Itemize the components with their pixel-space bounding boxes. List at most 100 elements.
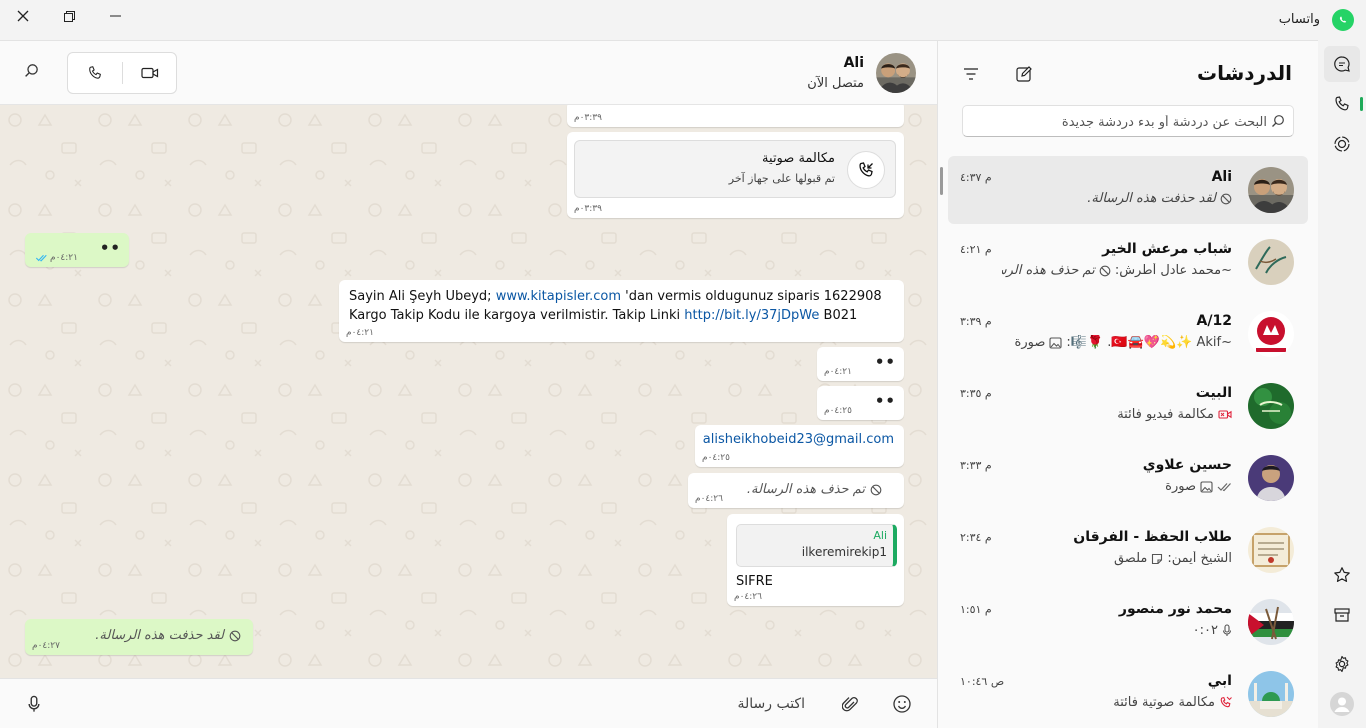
call-card[interactable]: مكالمة صوتية تم قبولها على جهاز آخر <box>574 140 896 198</box>
email-link[interactable]: alisheikhobeid23@gmail.com <box>703 432 894 447</box>
chat-preview-text: تم حذف هذه الرس... <box>1002 263 1095 278</box>
avatar <box>1248 239 1294 285</box>
active-indicator <box>1360 97 1363 111</box>
deleted-notice: لقد حذفت هذه الرسالة. <box>95 628 241 643</box>
message-text: •• <box>874 353 896 371</box>
chat-time: م ٣:٣٩ <box>960 315 992 328</box>
message-time: ٠٤:٢٥م <box>824 406 852 416</box>
profile-icon <box>1330 692 1354 716</box>
new-chat-button[interactable] <box>1009 61 1039 87</box>
message-voice-call[interactable]: مكالمة صوتية تم قبولها على جهاز آخر ٠٣:٣… <box>567 132 904 218</box>
search-icon <box>1272 115 1284 127</box>
chat-preview-text: لقد حذفت هذه الرسالة. <box>1087 191 1216 206</box>
message-input[interactable] <box>500 691 805 717</box>
chat-preview: ٠:٠٢ <box>1193 623 1232 638</box>
minimize-window-button[interactable] <box>92 0 138 32</box>
chat-item-ali[interactable]: Ali م ٤:٣٧ لقد حذفت هذه الرسالة. <box>948 156 1308 224</box>
chat-item-shabab-marash[interactable]: شباب مرعش الخير م ٤:٢١ ~محمد عادل أطرش: … <box>948 228 1308 296</box>
video-call-button[interactable] <box>123 53 177 93</box>
text-segment: B021 <box>819 308 858 323</box>
video-camera-icon <box>141 67 159 79</box>
nav-profile-button[interactable] <box>1324 686 1360 722</box>
call-title: مكالمة صوتية <box>762 151 835 166</box>
close-window-button[interactable] <box>0 0 46 32</box>
message-reply[interactable]: Ali ilkeremirekip1 SIFRE ٠٤:٢٦م <box>727 514 904 606</box>
chat-item-abi[interactable]: ابي ص ١٠:٤٦ مكالمة صوتية فائتة <box>948 660 1308 728</box>
emoji-icon <box>893 695 911 713</box>
chat-item-mohammad-nour[interactable]: محمد نور منصور م ١:٥١ ٠:٠٢ <box>948 588 1308 656</box>
nav-status-button[interactable] <box>1324 126 1360 162</box>
message-incoming[interactable]: ٠٣:٣٩م <box>567 105 904 127</box>
settings-icon <box>1335 655 1349 673</box>
contact-avatar[interactable] <box>876 53 916 93</box>
chat-name: البيت <box>1195 385 1232 401</box>
search-icon <box>25 64 38 77</box>
chat-item-tullab-alhifz[interactable]: طلاب الحفظ - الفرقان م ٢:٣٤ الشيخ أيمن: … <box>948 516 1308 584</box>
chat-time: ص ١٠:٤٦ <box>960 675 1005 688</box>
chat-preview: لقد حذفت هذه الرسالة. <box>1087 191 1232 206</box>
attach-button[interactable] <box>838 692 862 716</box>
chat-time: م ٣:٣٥ <box>960 387 992 400</box>
archived-icon <box>1334 608 1350 622</box>
chat-name: 12/A <box>1196 313 1232 329</box>
message-time: ٠٤:٢١م <box>50 253 78 263</box>
chat-preview: ~محمد عادل أطرش: تم حذف هذه الرس... <box>1002 263 1232 278</box>
voice-record-button[interactable] <box>22 692 46 716</box>
quoted-message[interactable]: Ali ilkeremirekip1 <box>736 524 897 567</box>
deleted-notice: تم حذف هذه الرسالة. <box>747 482 882 497</box>
nav-calls-button[interactable] <box>1324 86 1360 122</box>
contact-status: متصل الآن <box>807 76 864 91</box>
message-link[interactable]: http://bit.ly/37jDpWe <box>684 308 819 323</box>
contact-name[interactable]: Ali <box>844 55 864 71</box>
message-time: ٠٤:٢٥م <box>702 453 730 463</box>
nav-chats-button[interactable] <box>1324 46 1360 82</box>
message-deleted-outgoing[interactable]: لقد حذفت هذه الرسالة. ٠٤:٢٧م <box>25 619 253 655</box>
nav-rail <box>1318 40 1366 728</box>
message-time: ٠٤:٢١م <box>346 328 374 338</box>
message-incoming[interactable]: •• ٠٤:٢١م <box>817 347 904 381</box>
chat-name: طلاب الحفظ - الفرقان <box>1073 529 1232 545</box>
message-link[interactable]: www.kitapisler.com <box>496 289 621 304</box>
message-text: لقد حذفت هذه الرسالة. <box>95 628 224 643</box>
title-bar: واتساب <box>0 0 1366 40</box>
chat-time: م ٤:٣٧ <box>960 171 992 184</box>
message-text: تم حذف هذه الرسالة. <box>746 482 865 497</box>
avatar <box>1248 383 1294 429</box>
chat-item-12a[interactable]: 12/A م ٣:٣٩ ~🇹🇷🚘💖💫✨ Akif. 🌹🎼: صورة <box>948 300 1308 368</box>
chat-preview-text: ٠:٠٢ <box>1192 623 1218 638</box>
panel-resize-handle[interactable] <box>940 167 943 195</box>
message-text: •• <box>99 239 121 257</box>
blocked-icon <box>1099 265 1111 276</box>
chat-item-albait[interactable]: البيت م ٣:٣٥ مكالمة فيديو فائتة <box>948 372 1308 440</box>
chat-time: م ٣:٣٣ <box>960 459 992 472</box>
message-area[interactable]: ٠٣:٣٩م مكالمة صوتية تم قبولها على جهاز آ… <box>0 105 937 678</box>
chat-search-input[interactable] <box>971 110 1267 134</box>
nav-settings-button[interactable] <box>1324 646 1360 682</box>
call-subtitle: تم قبولها على جهاز آخر <box>728 172 835 185</box>
message-time: ٠٤:٢٦م <box>695 494 723 504</box>
avatar <box>1248 671 1294 717</box>
chat-preview: ~🇹🇷🚘💖💫✨ Akif. 🌹🎼: صورة <box>1015 335 1232 350</box>
chat-search-box[interactable] <box>962 105 1294 137</box>
nav-starred-button[interactable] <box>1324 557 1360 593</box>
message-incoming-email[interactable]: alisheikhobeid23@gmail.com ٠٤:٢٥م <box>695 425 904 467</box>
chat-search-button[interactable] <box>24 63 39 82</box>
restore-window-button[interactable] <box>46 0 92 32</box>
message-text: Sayin Ali Şeyh Ubeyd; www.kitapisler.com… <box>349 287 897 325</box>
missed-video-icon <box>1218 410 1232 419</box>
minimize-icon <box>109 15 121 17</box>
message-incoming[interactable]: •• ٠٤:٢٥م <box>817 386 904 420</box>
message-incoming-kargo[interactable]: Sayin Ali Şeyh Ubeyd; www.kitapisler.com… <box>339 280 904 342</box>
message-deleted-incoming[interactable]: تم حذف هذه الرسالة. ٠٤:٢٦م <box>688 473 904 508</box>
voice-call-button[interactable] <box>68 53 122 93</box>
filter-button[interactable] <box>956 61 986 87</box>
avatar <box>1248 455 1294 501</box>
message-outgoing[interactable]: •• ٠٤:٢١م <box>25 233 129 267</box>
chat-preview-text: ملصق <box>1113 551 1148 566</box>
emoji-button[interactable] <box>890 692 914 716</box>
avatar <box>1248 167 1294 213</box>
chat-item-hussein-allawi[interactable]: حسين علاوي م ٣:٣٣ صورة <box>948 444 1308 512</box>
nav-archived-button[interactable] <box>1324 597 1360 633</box>
mic-icon <box>28 695 40 712</box>
compose-icon <box>1016 66 1032 82</box>
